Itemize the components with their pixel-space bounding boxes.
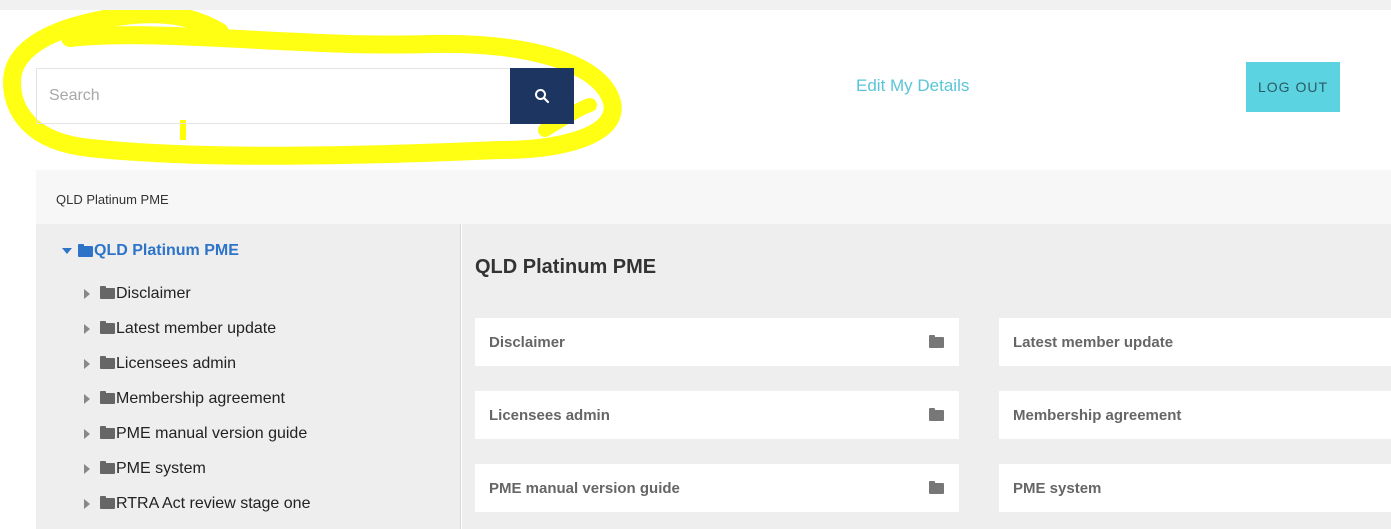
tree-item-label: RTRA Act review stage one: [116, 494, 311, 512]
tree-item-disclaimer[interactable]: Disclaimer: [84, 276, 310, 311]
caret-right-icon[interactable]: [84, 393, 90, 404]
folder-card-pme-system[interactable]: PME system: [999, 464, 1391, 512]
breadcrumb-item[interactable]: QLD Platinum PME: [56, 192, 169, 207]
folder-icon: [100, 496, 115, 509]
caret-right-icon[interactable]: [84, 498, 90, 509]
edit-my-details-link[interactable]: Edit My Details: [856, 76, 969, 96]
tree-root-item[interactable]: QLD Platinum PME: [62, 242, 239, 260]
caret-right-icon[interactable]: [84, 288, 90, 299]
caret-down-icon[interactable]: [62, 248, 72, 254]
tree-item-pme-manual-version-guide[interactable]: PME manual version guide: [84, 416, 310, 451]
top-strip: [0, 0, 1391, 10]
caret-right-icon[interactable]: [84, 323, 90, 334]
search-icon: [535, 89, 550, 104]
caret-right-icon[interactable]: [84, 463, 90, 474]
folder-icon: [100, 356, 115, 369]
folder-icon: [929, 480, 944, 494]
search-input[interactable]: [36, 68, 510, 124]
tree-root-label: QLD Platinum PME: [94, 242, 239, 259]
tree-item-latest-member-update[interactable]: Latest member update: [84, 311, 310, 346]
search-button[interactable]: [510, 68, 574, 124]
tree-item-rtra-act-review-stage-one[interactable]: RTRA Act review stage one: [84, 486, 310, 521]
folder-card-label: Membership agreement: [1013, 406, 1182, 424]
tree-item-label: Membership agreement: [116, 389, 285, 407]
tree-item-label: Disclaimer: [116, 284, 191, 302]
tree-children: Disclaimer Latest member update Licensee…: [84, 276, 310, 521]
page-title: QLD Platinum PME: [475, 256, 657, 278]
folder-card-disclaimer[interactable]: Disclaimer: [475, 318, 959, 366]
folder-icon: [100, 461, 115, 474]
folder-card-label: PME manual version guide: [489, 479, 680, 497]
tree-item-label: PME system: [116, 459, 206, 477]
search-bar: [36, 68, 574, 124]
folder-card-pme-manual-version-guide[interactable]: PME manual version guide: [475, 464, 959, 512]
folder-icon: [929, 334, 944, 348]
folder-card-membership-agreement[interactable]: Membership agreement: [999, 391, 1391, 439]
caret-right-icon[interactable]: [84, 428, 90, 439]
breadcrumb: QLD Platinum PME: [36, 170, 1391, 224]
tree-item-licensees-admin[interactable]: Licensees admin: [84, 346, 310, 381]
folder-icon: [100, 391, 115, 404]
caret-right-icon[interactable]: [84, 358, 90, 369]
folder-card-licensees-admin[interactable]: Licensees admin: [475, 391, 959, 439]
logout-button[interactable]: LOG OUT: [1246, 62, 1340, 112]
folder-icon: [100, 321, 115, 334]
tree-item-label: Licensees admin: [116, 354, 237, 372]
tree-item-pme-system[interactable]: PME system: [84, 451, 310, 486]
folder-card-label: PME system: [1013, 479, 1102, 497]
folder-tree-sidebar: QLD Platinum PME Disclaimer Latest membe…: [36, 224, 461, 529]
tree-item-label: Latest member update: [116, 319, 277, 337]
folder-card-label: Latest member update: [1013, 333, 1174, 351]
folder-card-label: Licensees admin: [489, 406, 610, 424]
folder-icon: [78, 243, 93, 257]
folder-icon: [100, 426, 115, 439]
folder-card-latest-member-update[interactable]: Latest member update: [999, 318, 1391, 366]
tree-item-label: PME manual version guide: [116, 424, 308, 442]
folder-icon: [100, 286, 115, 299]
main-content: QLD Platinum PME Disclaimer Latest membe…: [462, 224, 1391, 529]
tree-item-membership-agreement[interactable]: Membership agreement: [84, 381, 310, 416]
folder-card-label: Disclaimer: [489, 333, 565, 351]
folder-icon: [929, 407, 944, 421]
